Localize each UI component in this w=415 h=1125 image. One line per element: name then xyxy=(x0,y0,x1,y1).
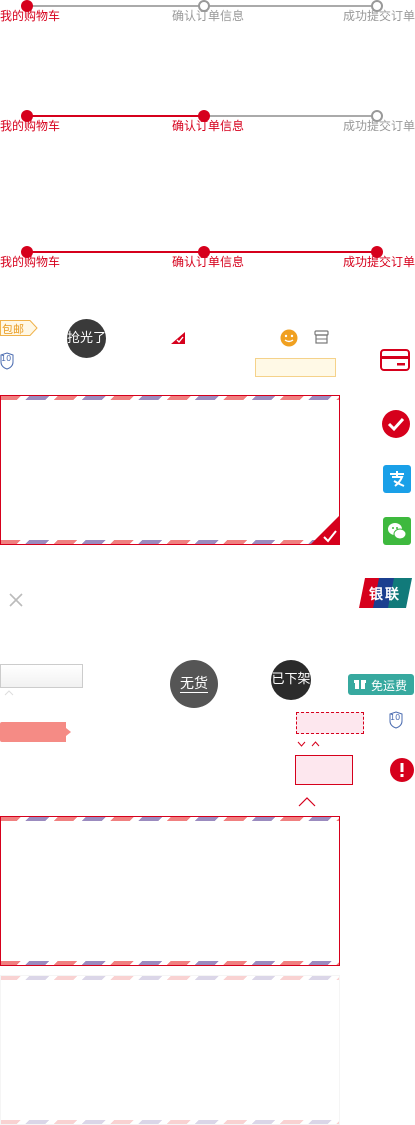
stepper-line-gray xyxy=(204,115,377,117)
coupon-value-label: 10 xyxy=(1,354,12,363)
address-card-selected[interactable] xyxy=(0,395,340,545)
free-shipping-label: 包邮 xyxy=(2,323,24,336)
stepper-line-red xyxy=(27,115,204,117)
step-label-submit: 成功提交订单 xyxy=(343,9,415,23)
warning-icon xyxy=(390,758,414,782)
free-shipping-button[interactable]: 免运费 xyxy=(348,674,414,695)
chevron-up-icon[interactable] xyxy=(298,797,316,807)
salmon-banner-tag xyxy=(0,722,72,742)
wechat-pay-icon[interactable] xyxy=(383,517,411,545)
selected-corner-check-icon xyxy=(310,515,340,545)
step-label-confirm: 确认订单信息 xyxy=(172,255,245,269)
progress-stepper-3: 我的购物车 确认订单信息 成功提交订单 xyxy=(0,246,415,286)
envelope-stripe-top xyxy=(1,396,339,400)
envelope-stripe-bottom xyxy=(1,961,339,965)
envelope-stripe-top xyxy=(1,817,339,821)
sold-out-badge: 抢光了 xyxy=(67,319,106,358)
off-shelf-badge: 已下架 xyxy=(271,660,311,700)
free-shipping-tag: 包邮 xyxy=(0,320,38,336)
chevron-up-icon[interactable] xyxy=(4,690,14,696)
corner-check-icon xyxy=(171,332,185,344)
step-label-submit: 成功提交订单 xyxy=(343,119,415,133)
unionpay-label: 银联 xyxy=(369,587,401,603)
sold-out-label: 抢光了 xyxy=(67,331,107,346)
close-icon[interactable] xyxy=(8,592,24,608)
progress-stepper-2: 我的购物车 确认订单信息 成功提交订单 xyxy=(0,110,415,150)
chevron-down-icon[interactable] xyxy=(297,741,306,747)
no-stock-label: 无货 xyxy=(180,676,208,693)
envelope-stripe-bottom xyxy=(1,1120,339,1124)
coupon-shield-icon: 10 xyxy=(0,352,14,370)
step-label-cart: 我的购物车 xyxy=(0,119,61,133)
step-label-submit: 成功提交订单 xyxy=(343,255,415,269)
step-label-confirm: 确认订单信息 xyxy=(172,119,245,133)
unionpay-icon[interactable]: 银联 xyxy=(359,578,412,608)
highlight-input-box[interactable] xyxy=(255,358,336,377)
alipay-icon[interactable] xyxy=(383,465,411,493)
bank-card-icon[interactable] xyxy=(380,349,410,371)
gray-input-box[interactable] xyxy=(0,664,83,688)
envelope-stripe-bottom xyxy=(1,540,339,544)
step-label-cart: 我的购物车 xyxy=(0,255,61,269)
address-card-default[interactable] xyxy=(0,975,340,1125)
store-icon[interactable] xyxy=(314,330,329,344)
off-shelf-label: 已下架 xyxy=(271,672,311,687)
address-card-active[interactable] xyxy=(0,816,340,966)
wavy-coupon-box[interactable] xyxy=(295,755,353,785)
chevron-up-icon[interactable] xyxy=(311,741,320,747)
coupon-shield-icon: 10 xyxy=(389,711,403,729)
dashed-coupon-box[interactable] xyxy=(296,712,364,734)
check-circle-icon[interactable] xyxy=(381,409,411,439)
free-shipping-button-label: 免运费 xyxy=(371,679,408,693)
envelope-stripe-top xyxy=(1,976,339,980)
progress-stepper-1: 我的购物车 确认订单信息 成功提交订单 xyxy=(0,0,415,40)
step-label-cart: 我的购物车 xyxy=(0,9,61,23)
smile-icon xyxy=(280,329,298,347)
no-stock-badge: 无货 xyxy=(170,660,218,708)
step-label-confirm: 确认订单信息 xyxy=(172,9,245,23)
coupon-value-label: 10 xyxy=(390,713,401,722)
gift-icon xyxy=(354,680,366,689)
